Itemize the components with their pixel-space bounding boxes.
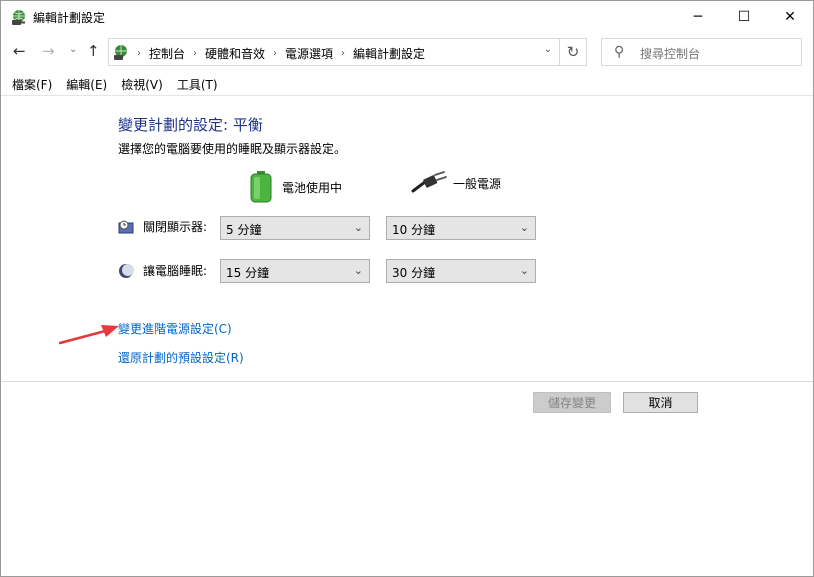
- column-header-battery: 電池使用中: [250, 171, 342, 203]
- menu-file[interactable]: 檔案(F): [5, 76, 59, 93]
- search-input[interactable]: ⚲ 搜尋控制台: [601, 38, 802, 66]
- breadcrumb-separator-icon[interactable]: ›: [193, 48, 197, 59]
- title-bar: 編輯計劃設定 ─ ☐ ✕: [1, 1, 813, 32]
- menu-tools[interactable]: 工具(T): [170, 76, 225, 93]
- minimize-button[interactable]: ─: [675, 1, 721, 32]
- control-panel-icon: [114, 45, 127, 60]
- close-button[interactable]: ✕: [767, 1, 813, 32]
- column-header-plugged: 一般電源: [411, 171, 501, 195]
- sleep-plugged-select[interactable]: 30 分鐘 ⌄: [386, 259, 536, 283]
- address-row: ← → ⌄ ↑ › 控制台 › 硬體和音效 › 電源選項 › 編輯計劃設定 ⌄ …: [1, 32, 813, 72]
- chevron-down-icon: ⌄: [353, 264, 363, 277]
- search-placeholder: 搜尋控制台: [640, 47, 701, 61]
- refresh-button[interactable]: ↻: [560, 38, 587, 66]
- chevron-down-icon: ⌄: [519, 221, 529, 234]
- chevron-down-icon: ⌄: [353, 221, 363, 234]
- search-icon: ⚲: [614, 44, 625, 60]
- red-annotation-arrow-icon: [59, 325, 119, 345]
- breadcrumb-hardware-sound[interactable]: 硬體和音效: [205, 45, 265, 62]
- turn-off-display-label: 關閉顯示器:: [143, 220, 208, 234]
- address-dropdown-icon[interactable]: ⌄: [544, 44, 552, 55]
- display-battery-value: 5 分鐘: [226, 223, 262, 237]
- menu-bar: 檔案(F) 編輯(E) 檢視(V) 工具(T): [1, 74, 813, 96]
- recent-locations-chevron-icon[interactable]: ⌄: [69, 44, 77, 55]
- power-plug-icon: [411, 171, 447, 193]
- display-plugged-value: 10 分鐘: [392, 223, 436, 237]
- display-battery-select[interactable]: 5 分鐘 ⌄: [220, 216, 370, 240]
- breadcrumb-separator-icon[interactable]: ›: [137, 48, 141, 59]
- sleep-battery-select[interactable]: 15 分鐘 ⌄: [220, 259, 370, 283]
- up-arrow-icon[interactable]: ↑: [87, 42, 100, 60]
- plugged-label: 一般電源: [453, 176, 502, 191]
- chevron-down-icon: ⌄: [519, 264, 529, 277]
- breadcrumb-separator-icon[interactable]: ›: [273, 48, 277, 59]
- sleep-plugged-value: 30 分鐘: [392, 266, 436, 280]
- breadcrumb-power-options[interactable]: 電源選項: [285, 45, 333, 62]
- power-options-icon: [12, 10, 25, 25]
- monitor-clock-icon: [118, 220, 134, 233]
- window-title: 編輯計劃設定: [33, 11, 106, 25]
- sleep-battery-value: 15 分鐘: [226, 266, 270, 280]
- breadcrumb: › 控制台 › 硬體和音效 › 電源選項 › 編輯計劃設定: [133, 45, 425, 62]
- breadcrumb-control-panel[interactable]: 控制台: [149, 45, 185, 62]
- cancel-button[interactable]: 取消: [623, 392, 698, 413]
- back-arrow-icon[interactable]: ←: [13, 42, 26, 60]
- breadcrumb-edit-plan[interactable]: 編輯計劃設定: [353, 45, 425, 62]
- sleep-label: 讓電腦睡眠:: [143, 264, 208, 278]
- sleep-row: 讓電腦睡眠:: [118, 262, 207, 279]
- menu-view[interactable]: 檢視(V): [114, 76, 170, 93]
- battery-icon: [250, 171, 272, 203]
- save-changes-button[interactable]: 儲存變更: [533, 392, 611, 413]
- divider: [2, 381, 813, 382]
- page-title: 變更計劃的設定: 平衡: [118, 116, 263, 134]
- battery-label: 電池使用中: [282, 180, 343, 195]
- display-plugged-select[interactable]: 10 分鐘 ⌄: [386, 216, 536, 240]
- restore-defaults-link[interactable]: 還原計劃的預設設定(R): [118, 349, 244, 366]
- turn-off-display-row: 關閉顯示器:: [118, 218, 207, 235]
- advanced-power-settings-link[interactable]: 變更進階電源設定(C): [118, 320, 232, 337]
- page-description: 選擇您的電腦要使用的睡眠及顯示器設定。: [118, 142, 347, 156]
- breadcrumb-separator-icon[interactable]: ›: [341, 48, 345, 59]
- window: 編輯計劃設定 ─ ☐ ✕ ← → ⌄ ↑ › 控制台 › 硬體和音效 › 電源選…: [0, 0, 814, 577]
- forward-arrow-icon[interactable]: →: [42, 42, 55, 60]
- maximize-button[interactable]: ☐: [721, 1, 767, 32]
- moon-icon: [119, 263, 134, 278]
- menu-edit[interactable]: 編輯(E): [59, 76, 114, 93]
- address-bar[interactable]: › 控制台 › 硬體和音效 › 電源選項 › 編輯計劃設定 ⌄: [108, 38, 560, 66]
